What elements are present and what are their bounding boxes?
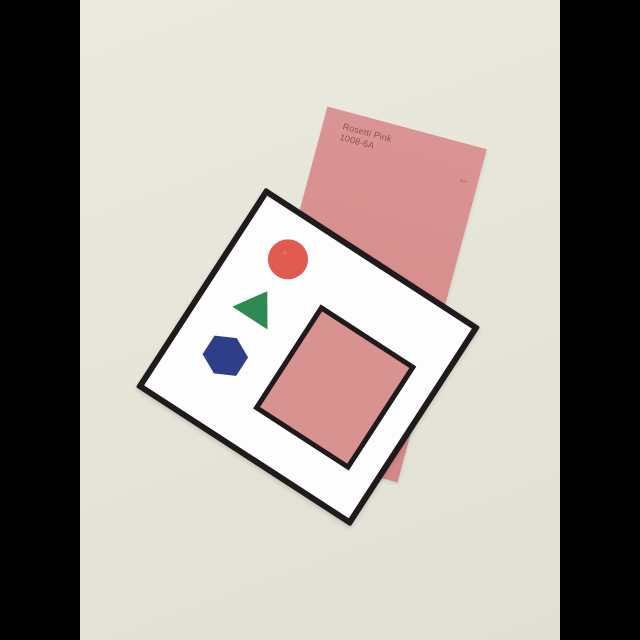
triangle-icon [232,291,268,330]
photo: Rosetti Pink 1008-6A behr [80,0,560,640]
image-frame: Rosetti Pink 1008-6A behr [0,0,640,640]
swatch-brand: behr [459,177,469,185]
hexagon-icon [202,335,249,376]
circle-icon [267,239,308,280]
